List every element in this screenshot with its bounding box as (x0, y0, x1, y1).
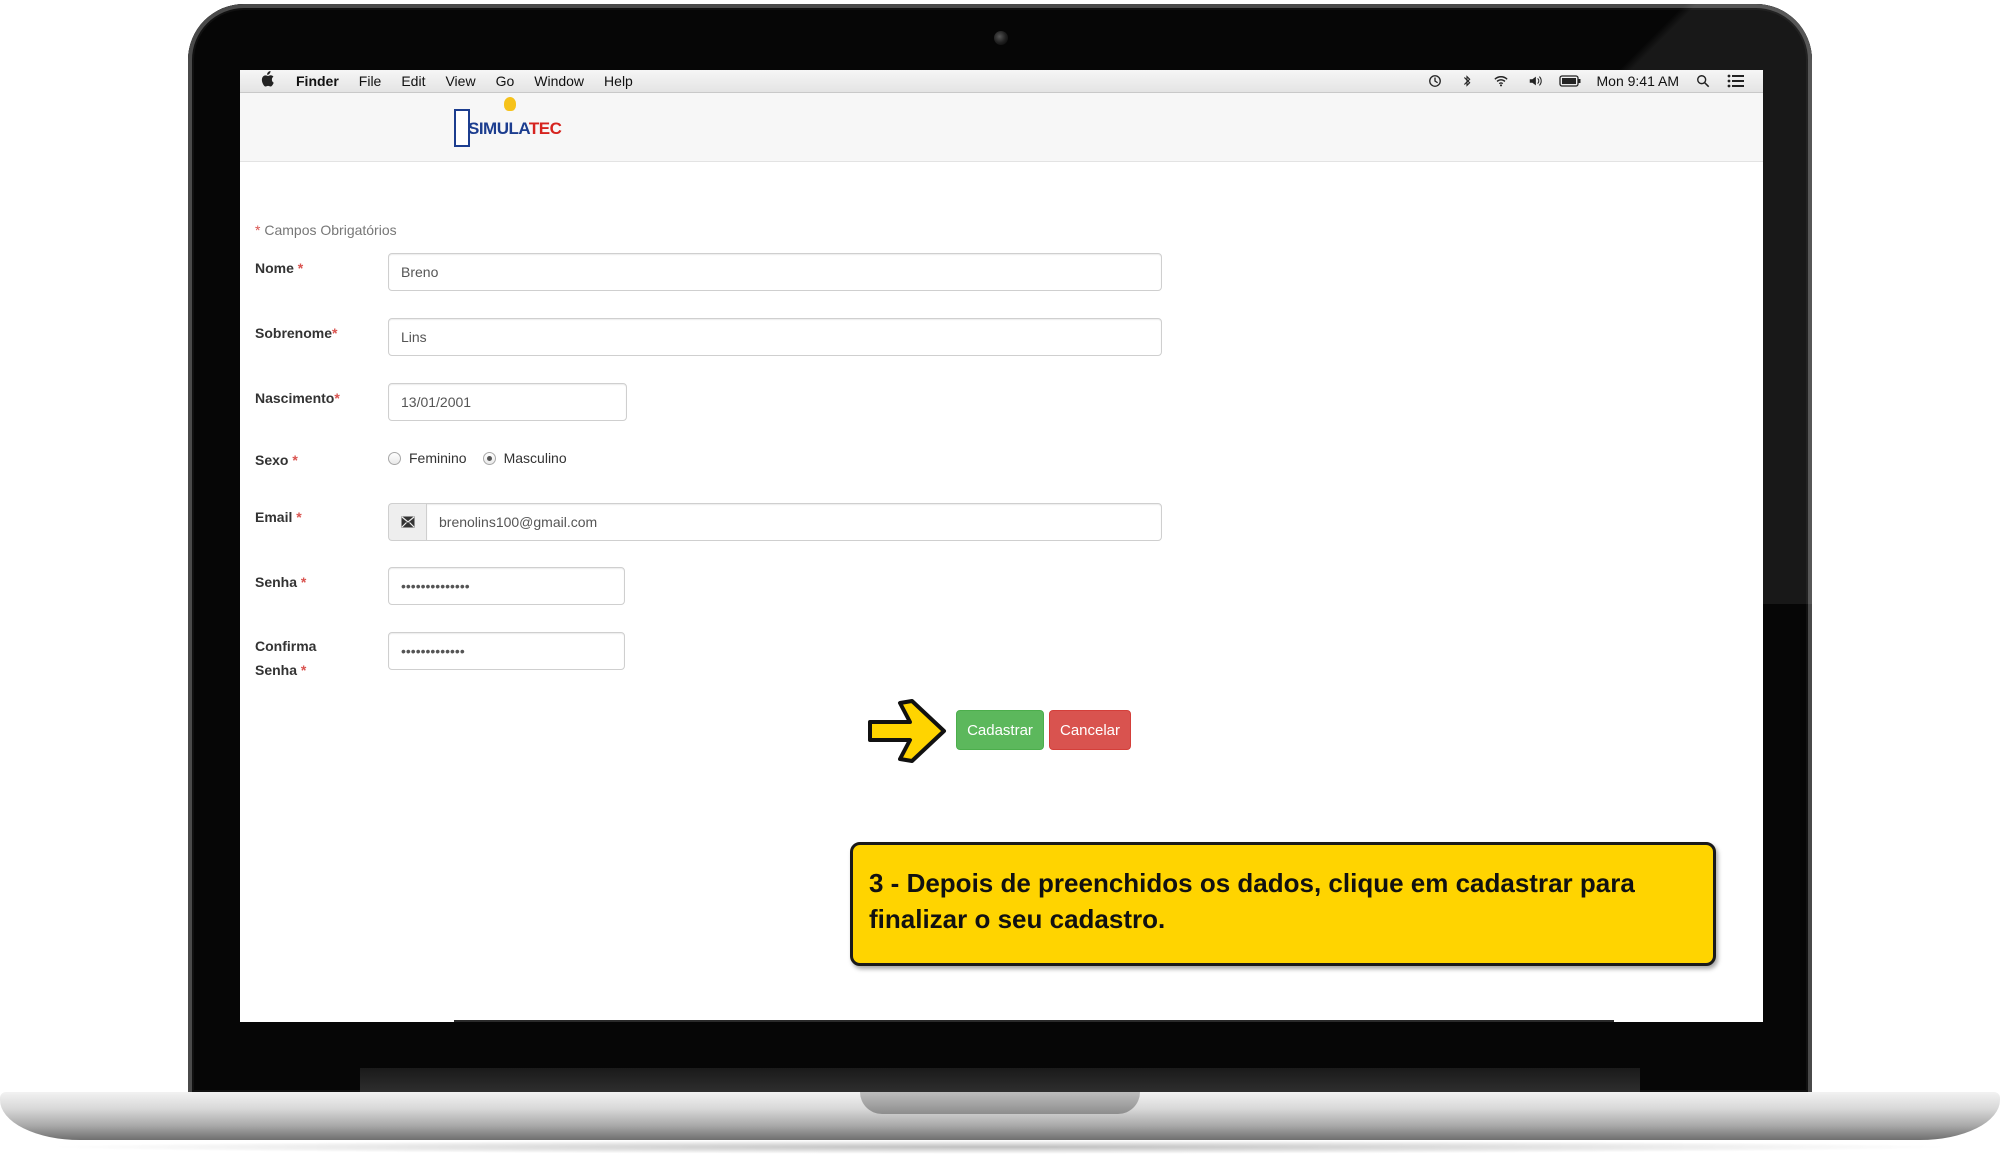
radio-feminino[interactable] (388, 451, 401, 465)
menu-view[interactable]: View (445, 73, 475, 89)
radio-masculino[interactable] (482, 451, 496, 465)
label-nome: Nome * (255, 260, 304, 276)
menu-go[interactable]: Go (496, 73, 515, 89)
label-senha: Senha * (255, 574, 307, 590)
pointer-arrow-icon (868, 699, 946, 763)
dock-edge (454, 1020, 1614, 1022)
instruction-callout: 3 - Depois de preenchidos os dados, cliq… (850, 842, 1716, 966)
label-confirma-senha: Confirma Senha * (255, 638, 317, 678)
menu-file[interactable]: File (359, 73, 382, 89)
label-email: Email * (255, 509, 302, 525)
spotlight-icon[interactable] (1695, 74, 1711, 88)
laptop-shadow (40, 1140, 1960, 1154)
envelope-icon (401, 516, 414, 528)
bluetooth-icon[interactable] (1459, 74, 1475, 88)
menu-edit[interactable]: Edit (401, 73, 425, 89)
time-machine-icon[interactable] (1427, 74, 1443, 88)
notification-center-icon[interactable] (1727, 74, 1745, 88)
menu-bar: Finder File Edit View Go Window Help Mon… (240, 70, 1763, 93)
clock[interactable]: Mon 9:41 AM (1597, 73, 1680, 89)
nome-input[interactable] (388, 253, 1162, 291)
label-nascimento: Nascimento* (255, 390, 340, 406)
screen: Finder File Edit View Go Window Help Mon… (240, 70, 1763, 1022)
menu-window[interactable]: Window (534, 73, 584, 89)
laptop-hinge (360, 1068, 1640, 1092)
sexo-radio-group: Feminino Masculino (388, 450, 567, 466)
simulatec-logo[interactable]: SIMULATEC (454, 97, 564, 147)
senha-input[interactable] (388, 567, 625, 605)
lightbulb-icon (504, 97, 516, 111)
nascimento-input[interactable] (388, 383, 627, 421)
required-fields-note: * Campos Obrigatórios (255, 222, 397, 238)
radio-feminino-label[interactable]: Feminino (409, 450, 467, 466)
volume-icon[interactable] (1527, 74, 1543, 88)
cancelar-button[interactable]: Cancelar (1049, 710, 1131, 750)
apple-icon[interactable] (260, 70, 274, 92)
radio-masculino-label[interactable]: Masculino (504, 450, 567, 466)
label-sexo: Sexo * (255, 452, 298, 468)
site-header: SIMULATEC (240, 93, 1763, 162)
email-input[interactable] (426, 503, 1162, 541)
cadastrar-button[interactable]: Cadastrar (956, 710, 1044, 750)
confirma-senha-input[interactable] (388, 632, 625, 670)
battery-icon[interactable] (1558, 74, 1581, 88)
menu-app-finder[interactable]: Finder (296, 73, 339, 89)
email-addon (388, 503, 426, 541)
menu-help[interactable]: Help (604, 73, 633, 89)
wifi-icon[interactable] (1491, 74, 1511, 88)
camera-icon (994, 31, 1008, 45)
label-sobrenome: Sobrenome* (255, 325, 338, 341)
laptop-notch (860, 1092, 1140, 1114)
sobrenome-input[interactable] (388, 318, 1162, 356)
logo-text: SIMULATEC (468, 119, 562, 138)
